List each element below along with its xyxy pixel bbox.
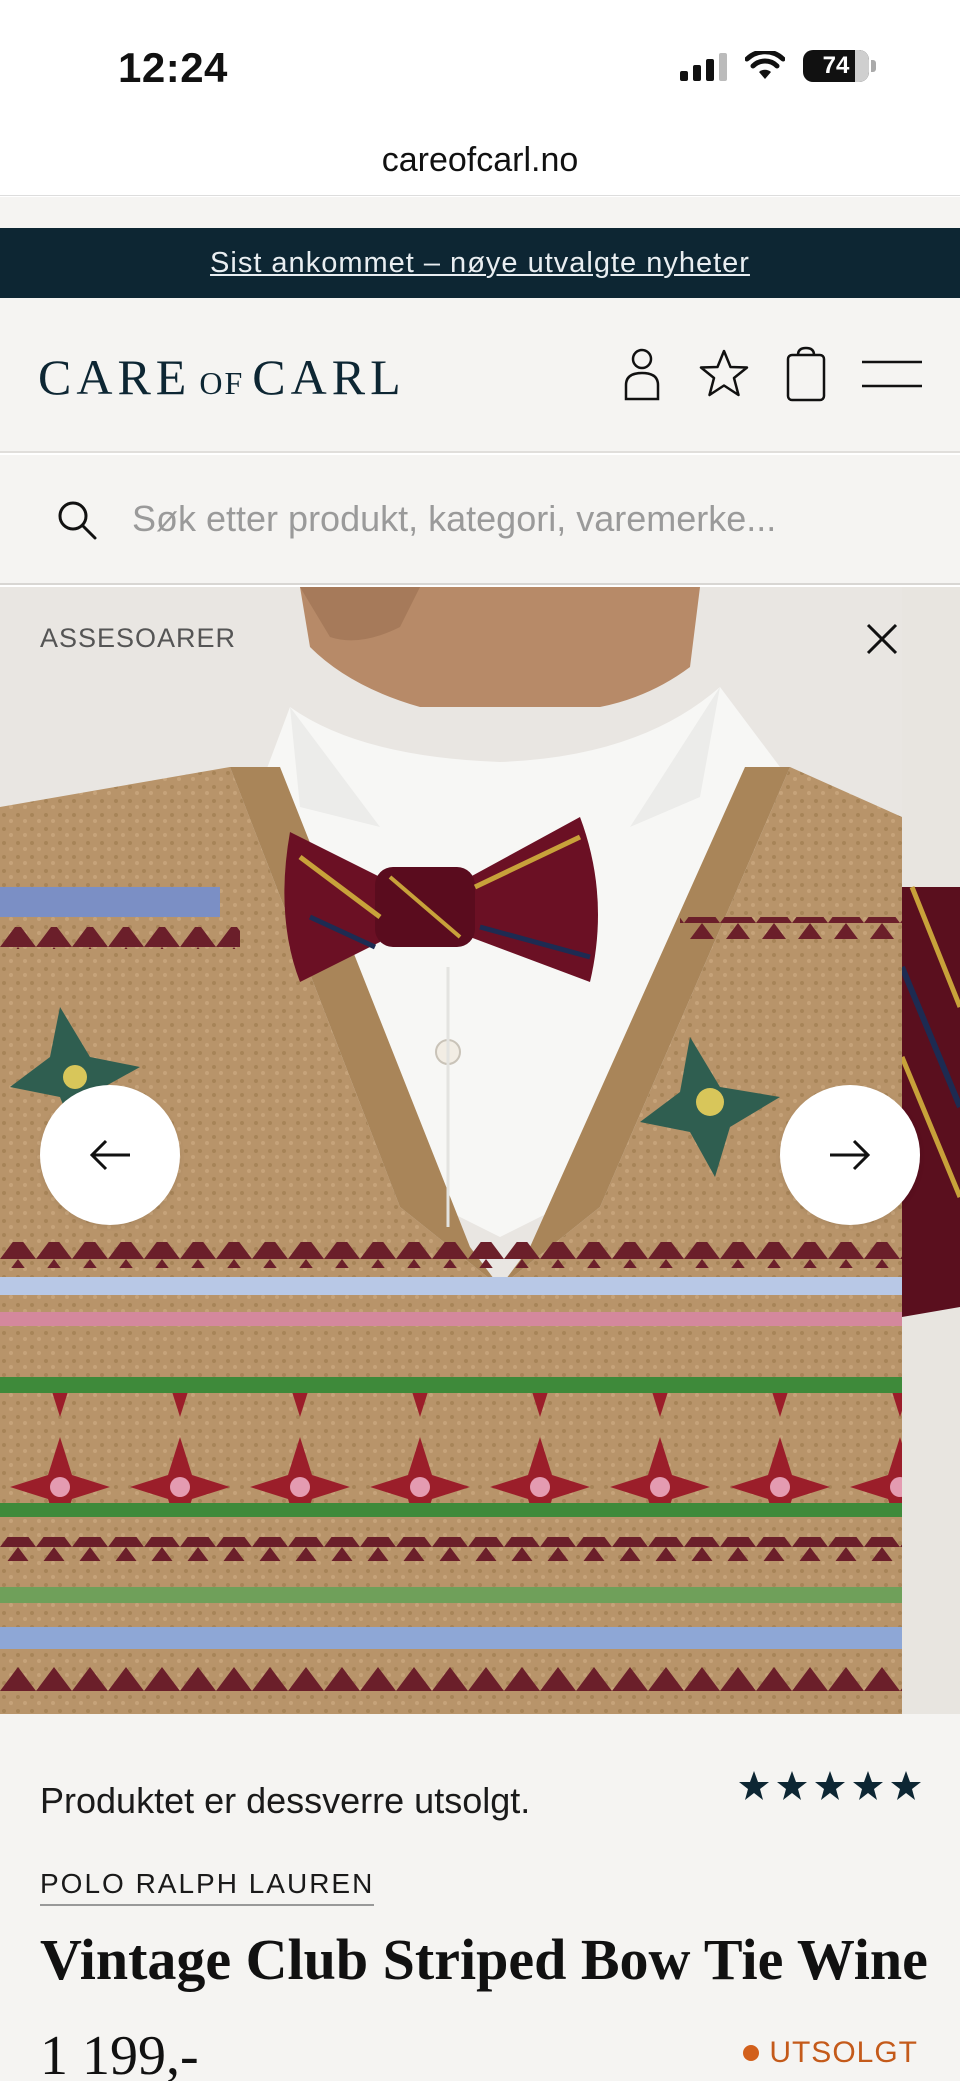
stock-status-label: UTSOLGT [769,2036,918,2069]
brand-link[interactable]: POLO RALPH LAUREN [40,1868,375,1906]
search-input[interactable] [132,489,932,549]
battery-percentage: 74 [822,52,850,79]
rating-stars[interactable] [738,1770,922,1802]
status-bar: 12:24 74 [0,0,960,130]
wishlist-star-icon[interactable] [696,344,752,404]
page-top-strip [0,197,960,228]
header-actions [614,344,924,404]
arrow-left-icon [89,1139,130,1171]
arrow-right-icon [830,1139,871,1171]
wifi-icon [745,51,785,79]
shopping-bag-icon[interactable] [778,344,834,404]
promo-banner-link[interactable]: Sist ankommet – nøye utvalgte nyheter [210,247,750,280]
product-info: Produktet er dessverre utsolgt. POLO RAL… [0,1714,960,2081]
logo-care: CARE [38,349,192,405]
soldout-message: Produktet er dessverre utsolgt. [40,1780,531,1821]
star-icon [815,1771,845,1800]
logo-of: OF [199,365,245,401]
product-category-label: ASSESOARER [40,623,237,653]
search-bar [0,455,960,585]
close-icon[interactable] [862,619,902,659]
browser-url-bar[interactable]: careofcarl.no [0,130,960,196]
star-icon [853,1771,883,1800]
account-icon[interactable] [614,344,670,404]
status-time: 12:24 [118,44,228,91]
star-icon [739,1771,769,1800]
battery-icon: 74 [803,50,876,82]
next-image-button[interactable] [780,1085,920,1225]
product-title: Vintage Club Striped Bow Tie Wine [40,1927,928,1992]
cellular-signal-icon [680,51,727,81]
star-icon [891,1771,921,1800]
product-price: 1 199,- [40,2025,199,2081]
menu-icon[interactable] [860,344,924,404]
product-image-gallery[interactable]: ASSESOARER [0,587,960,1714]
url-text[interactable]: careofcarl.no [382,141,579,179]
stock-status: UTSOLGT [743,2036,918,2070]
stock-status-dot-icon [743,2045,760,2061]
star-icon [777,1771,807,1800]
site-logo[interactable]: CARE OF CARL [38,348,406,406]
promo-banner: Sist ankommet – nøye utvalgte nyheter [0,228,960,298]
status-icons: 74 [680,50,876,82]
logo-carl: CARL [252,349,406,405]
search-icon[interactable] [56,499,98,541]
site-header: CARE OF CARL [0,298,960,453]
previous-image-button[interactable] [40,1085,180,1225]
